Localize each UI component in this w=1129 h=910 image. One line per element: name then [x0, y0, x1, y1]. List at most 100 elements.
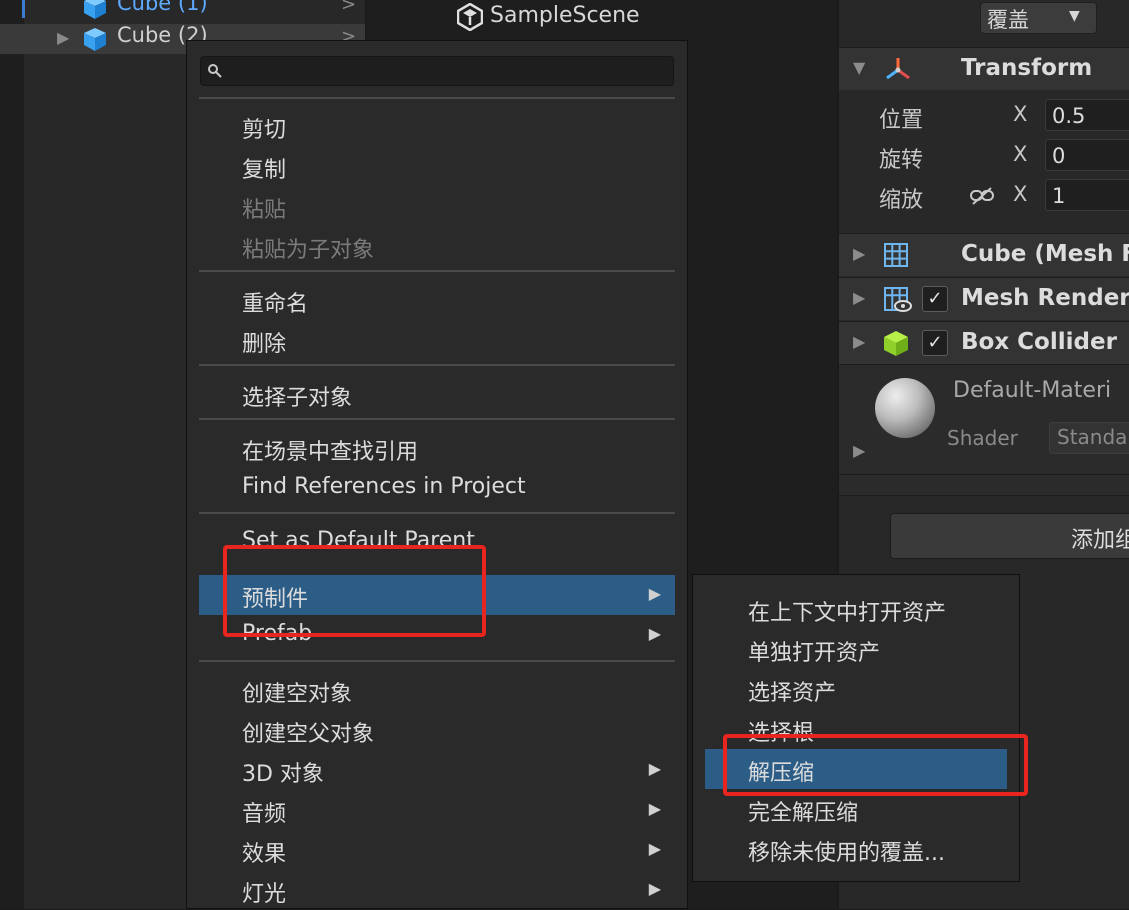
mesh-filter-title: Cube (Mesh F — [961, 241, 1129, 267]
menu-item-label: Find References in Project — [242, 474, 526, 499]
submenu-item-remove-unused-overrides[interactable]: 移除未使用的覆盖... — [705, 829, 1007, 869]
shader-value: Standa — [1057, 425, 1128, 449]
mesh-filter-icon — [884, 243, 908, 267]
overrides-label: 覆盖 — [987, 8, 1029, 32]
submenu-item-label: 单独打开资产 — [748, 641, 881, 666]
submenu-item-label: 在上下文中打开资产 — [748, 601, 947, 626]
menu-item-label: 灯光 — [242, 882, 287, 907]
menu-item-paste-as-child[interactable]: 粘贴为子对象 — [199, 226, 675, 266]
chevron-down-icon: ▼ — [1069, 8, 1080, 24]
menu-item-select-children[interactable]: 选择子对象 — [199, 374, 675, 414]
menu-item-label: 粘贴为子对象 — [242, 238, 375, 263]
menu-item-effects[interactable]: 效果 ▶ — [199, 830, 675, 870]
menu-item-label: 重命名 — [242, 292, 309, 317]
position-x-label: X — [1013, 102, 1028, 126]
transform-header[interactable]: ▼ Transform — [839, 47, 1129, 90]
menu-item-light[interactable]: 灯光 ▶ — [199, 870, 675, 910]
link-icon[interactable] — [969, 186, 995, 206]
box-collider-icon — [884, 331, 908, 356]
box-collider-checkbox[interactable]: ✓ — [922, 330, 948, 356]
menu-separator — [199, 418, 675, 420]
menu-item-find-references-scene[interactable]: 在场景中查找引用 — [199, 428, 675, 468]
menu-item-label: 效果 — [242, 842, 287, 867]
rotation-x-field[interactable]: 0 — [1045, 139, 1129, 171]
menu-item-paste[interactable]: 粘贴 — [199, 186, 675, 226]
submenu-item-select-asset[interactable]: 选择资产 — [705, 669, 1007, 709]
menu-search-input[interactable] — [200, 56, 674, 86]
mesh-renderer-header[interactable]: ▶ ✓ Mesh Render — [839, 277, 1129, 320]
hierarchy-item-cube-1[interactable]: Cube (1) > — [0, 0, 365, 22]
menu-item-copy[interactable]: 复制 — [199, 146, 675, 186]
menu-item-label: 复制 — [242, 158, 287, 183]
scale-label: 缩放 — [879, 188, 924, 213]
divider — [839, 474, 1129, 496]
add-component-button[interactable]: 添加组 — [890, 513, 1129, 559]
expand-arrow-icon[interactable]: ▶ — [853, 441, 865, 460]
menu-item-label: 在场景中查找引用 — [242, 440, 419, 465]
menu-item-find-references-project[interactable]: Find References in Project — [199, 468, 675, 508]
submenu-arrow-icon: ▶ — [648, 624, 661, 643]
menu-item-3d-object[interactable]: 3D 对象 ▶ — [199, 750, 675, 790]
menu-item-label: 删除 — [242, 332, 287, 357]
menu-item-create-empty-parent[interactable]: 创建空父对象 — [199, 710, 675, 750]
scene-title: SampleScene — [490, 3, 640, 28]
menu-separator — [199, 660, 675, 662]
submenu-arrow-icon: ▶ — [648, 759, 661, 778]
menu-item-label: 创建空父对象 — [242, 722, 375, 747]
scale-x-label: X — [1013, 182, 1028, 206]
submenu-arrow-icon: ▶ — [648, 839, 661, 858]
add-component-label: 添加组 — [1071, 528, 1129, 553]
transform-body: 位置 X 0.5 旋转 X 0 缩放 X 1 — [839, 90, 1129, 232]
shader-dropdown[interactable]: Standa — [1049, 422, 1129, 454]
menu-item-label: 音频 — [242, 802, 287, 827]
menu-item-label: 3D 对象 — [242, 762, 324, 787]
material-preview-sphere — [875, 378, 935, 438]
menu-separator — [199, 364, 675, 366]
expand-arrow-icon[interactable]: ▶ — [853, 332, 865, 351]
menu-item-delete[interactable]: 删除 — [199, 320, 675, 360]
expand-arrow-icon[interactable]: ▶ — [57, 28, 69, 47]
overrides-dropdown[interactable]: 覆盖 ▼ — [980, 2, 1097, 34]
box-collider-header[interactable]: ▶ ✓ Box Collider — [839, 321, 1129, 364]
scene-tab[interactable]: SampleScene — [367, 0, 837, 36]
submenu-item-label: 移除未使用的覆盖... — [748, 841, 945, 866]
submenu-item-open-in-isolation[interactable]: 单独打开资产 — [705, 629, 1007, 669]
menu-item-label: 选择子对象 — [242, 386, 353, 411]
menu-item-cut[interactable]: 剪切 — [199, 106, 675, 146]
menu-item-label: 创建空对象 — [242, 682, 353, 707]
mesh-filter-header[interactable]: ▶ Cube (Mesh F — [839, 233, 1129, 276]
menu-separator — [199, 97, 675, 99]
expand-arrow-icon[interactable]: ▶ — [853, 288, 865, 307]
material-name: Default-Materi — [953, 378, 1112, 403]
rotation-x-label: X — [1013, 142, 1028, 166]
shader-label: Shader — [947, 426, 1018, 450]
menu-item-create-empty[interactable]: 创建空对象 — [199, 670, 675, 710]
submenu-item-label: 完全解压缩 — [748, 801, 859, 826]
menu-item-audio[interactable]: 音频 ▶ — [199, 790, 675, 830]
scale-x-field[interactable]: 1 — [1045, 179, 1129, 211]
hierarchy-item-label: Cube (1) — [117, 0, 208, 15]
submenu-arrow-icon: ▶ — [648, 799, 661, 818]
submenu-item-label: 选择资产 — [748, 681, 837, 706]
mesh-renderer-checkbox[interactable]: ✓ — [922, 286, 948, 312]
menu-item-label: 粘贴 — [242, 198, 287, 223]
chevron-right-icon[interactable]: > — [341, 0, 356, 15]
menu-item-label: 剪切 — [242, 118, 287, 143]
mesh-renderer-icon — [884, 287, 912, 312]
annotation-box-unpack — [723, 734, 1028, 796]
collapse-arrow-icon[interactable]: ▼ — [853, 58, 865, 77]
box-collider-title: Box Collider — [961, 329, 1117, 355]
hierarchy-gutter — [0, 0, 24, 909]
position-x-field[interactable]: 0.5 — [1045, 99, 1129, 131]
mesh-renderer-title: Mesh Render — [961, 285, 1129, 311]
rotation-label: 旋转 — [879, 148, 924, 173]
expand-arrow-icon[interactable]: ▶ — [853, 244, 865, 263]
menu-separator — [199, 270, 675, 272]
position-label: 位置 — [879, 108, 924, 133]
menu-item-rename[interactable]: 重命名 — [199, 280, 675, 320]
submenu-item-open-in-context[interactable]: 在上下文中打开资产 — [705, 589, 1007, 629]
annotation-box-prefab — [223, 545, 486, 637]
material-section: Default-Materi Shader Standa ▶ — [839, 364, 1129, 475]
unity-logo-icon — [457, 3, 483, 31]
cube-icon — [84, 28, 106, 51]
